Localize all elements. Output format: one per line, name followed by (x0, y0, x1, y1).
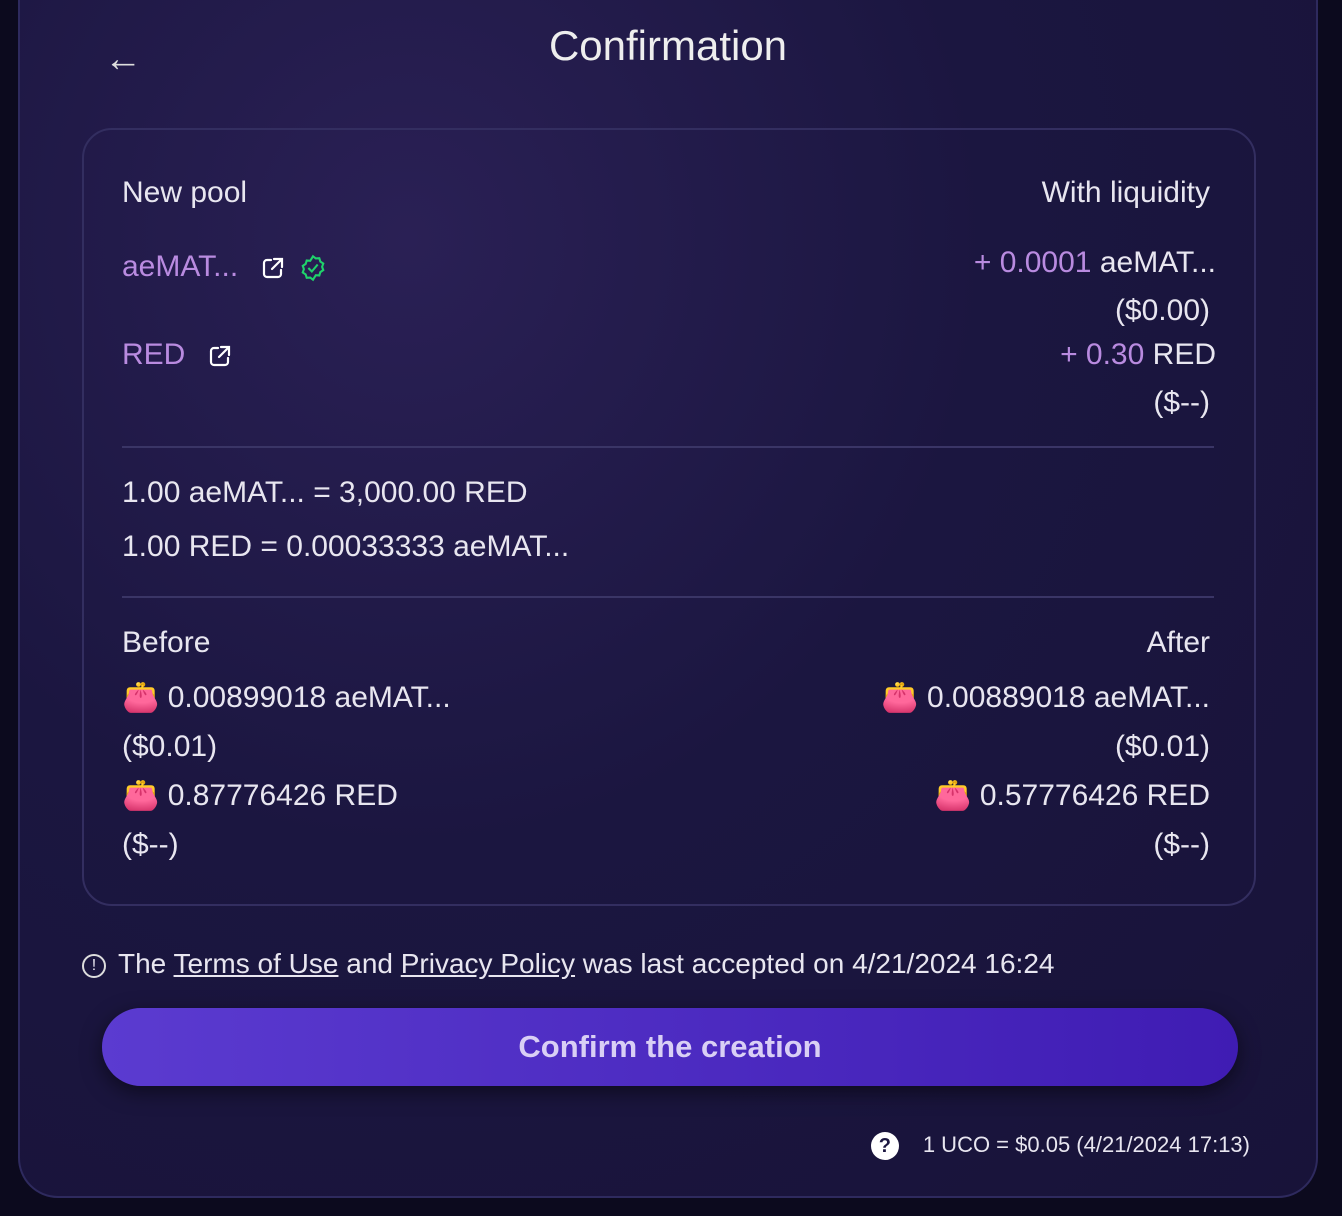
new-pool-label: New pool (122, 176, 248, 209)
after-label: After (1146, 626, 1210, 659)
divider (122, 596, 1214, 598)
token1-row: aeMAT... (122, 250, 327, 284)
pool-summary-card: New pool With liquidity aeMAT... + 0.000… (82, 128, 1256, 906)
before-token1-balance: 👛 0.00899018 aeMAT... (122, 681, 451, 714)
before-token2-usd: ($--) (122, 828, 179, 861)
rate-2: 1.00 RED = 0.00033333 aeMAT... (122, 530, 570, 563)
wallet-icon: 👛 (122, 779, 160, 812)
external-link-icon[interactable] (208, 344, 232, 368)
external-link-icon[interactable] (261, 256, 285, 280)
wallet-icon: 👛 (881, 681, 919, 714)
token1-usd: ($0.00) (1114, 294, 1210, 327)
uco-price-footer: ? 1 UCO = $0.05 (4/21/2024 17:13) (870, 1132, 1250, 1161)
before-token2-balance: 👛 0.87776426 RED (122, 779, 398, 812)
token2-usd: ($--) (1153, 386, 1210, 419)
token2-name: RED (122, 338, 186, 371)
after-token1-usd: ($0.01) (1114, 730, 1210, 763)
verified-badge-icon (301, 254, 325, 282)
confirmation-panel: ← Confirmation New pool With liquidity a… (18, 0, 1318, 1198)
rate-1: 1.00 aeMAT... = 3,000.00 RED (122, 476, 528, 509)
token2-row: RED (122, 338, 232, 372)
info-icon: ! (82, 953, 106, 978)
help-icon[interactable]: ? (870, 1132, 899, 1161)
token2-liquidity: + 0.30 RED (1060, 338, 1216, 371)
after-token2-balance: 👛 0.57776426 RED (934, 779, 1210, 812)
after-token2-usd: ($--) (1153, 828, 1210, 861)
token1-liquidity: + 0.0001 aeMAT... (973, 246, 1216, 279)
confirm-creation-button[interactable]: Confirm the creation (102, 1008, 1238, 1086)
terms-notice: ! The Terms of Use and Privacy Policy was… (82, 948, 1054, 980)
before-token1-usd: ($0.01) (122, 730, 218, 763)
before-label: Before (122, 626, 211, 659)
after-token1-balance: 👛 0.00889018 aeMAT... (881, 681, 1210, 714)
divider (122, 446, 1214, 448)
token1-name: aeMAT... (122, 250, 239, 283)
terms-of-use-link[interactable]: Terms of Use (174, 948, 339, 979)
privacy-policy-link[interactable]: Privacy Policy (401, 948, 575, 979)
wallet-icon: 👛 (934, 779, 972, 812)
with-liquidity-label: With liquidity (1041, 176, 1210, 209)
wallet-icon: 👛 (122, 681, 160, 714)
page-title: Confirmation (548, 22, 788, 69)
